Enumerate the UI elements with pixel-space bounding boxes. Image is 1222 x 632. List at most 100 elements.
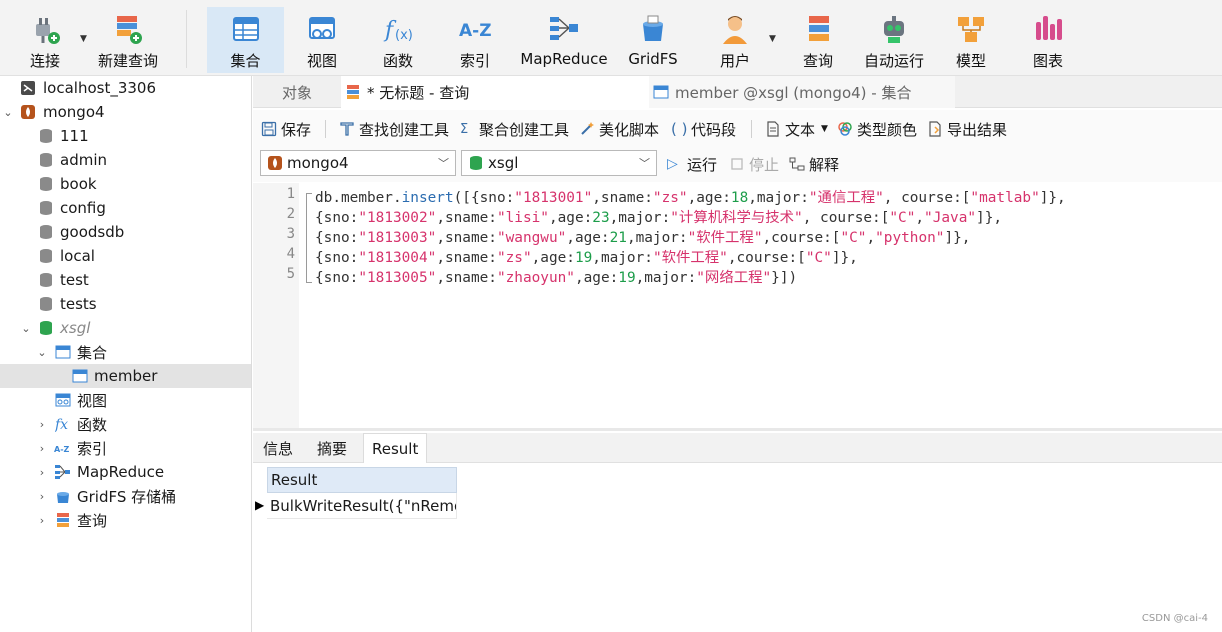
find-builder-label: 查找创建工具	[359, 120, 450, 139]
export-result-button[interactable]: 导出结果	[927, 118, 1007, 140]
toolbar-function-button[interactable]: f (x) 函数	[366, 7, 430, 73]
caret-down-icon: ▼	[821, 124, 828, 134]
tree-item-database[interactable]: test	[0, 268, 251, 292]
selector-row: mongo4 ﹀ xsgl ﹀ ▷ 运行 停止 解释	[253, 146, 1222, 182]
database-select[interactable]: xsgl ﹀	[461, 150, 657, 176]
toolbar-collection-button[interactable]: 集合	[207, 7, 284, 73]
toolbar-index-button[interactable]: A-Z 索引	[443, 7, 507, 73]
code-line: {sno:"1813002",sname:"lisi",age:23,major…	[315, 210, 1003, 226]
connect-dropdown-icon[interactable]: ▼	[80, 34, 87, 44]
line-number-gutter: 1 2 3 4 5	[253, 183, 299, 428]
query-icon	[801, 12, 835, 46]
tab-member-collection[interactable]: member @xsgl (mongo4) - 集合	[649, 76, 955, 108]
toolbar-connect-label: 连接	[29, 52, 60, 70]
result-tab-label: 摘要	[317, 439, 348, 458]
chevron-right-icon[interactable]: ›	[36, 490, 48, 503]
code-snippet-label: 代码段	[691, 120, 737, 139]
tree-item-functions[interactable]: › fx 函数	[0, 412, 251, 436]
code-snippet-button[interactable]: ( ) 代码段	[671, 118, 736, 140]
user-dropdown-icon[interactable]: ▼	[769, 34, 776, 44]
result-column-header[interactable]: Result	[267, 467, 457, 493]
tree-label: 查询	[77, 511, 108, 530]
tree-label: 函数	[77, 415, 108, 434]
toolbar-view-button[interactable]: 视图	[290, 7, 354, 73]
run-button[interactable]: ▷ 运行	[667, 153, 717, 175]
toolbar-user-button[interactable]: 用户	[703, 7, 767, 73]
tree-item-collections[interactable]: ⌄ 集合	[0, 340, 251, 364]
tree-item-queries[interactable]: › 查询	[0, 508, 251, 532]
tree-item-database[interactable]: config	[0, 196, 251, 220]
beautify-button[interactable]: 美化脚本	[579, 118, 659, 140]
svg-text:A-Z: A-Z	[459, 21, 492, 41]
tree-item-views[interactable]: 视图	[0, 388, 251, 412]
beautify-label: 美化脚本	[599, 120, 660, 139]
database-icon	[38, 176, 54, 192]
chevron-right-icon[interactable]: ›	[36, 442, 48, 455]
tree-item-xsgl[interactable]: ⌄ xsgl	[0, 316, 251, 340]
chevron-down-icon[interactable]: ⌄	[2, 106, 14, 119]
database-icon	[38, 152, 54, 168]
tree-label: member	[94, 367, 158, 385]
chevron-right-icon[interactable]: ›	[36, 418, 48, 431]
tree-item-member[interactable]: member	[0, 364, 251, 388]
collection-icon	[55, 344, 71, 360]
save-icon	[261, 121, 277, 137]
toolbar-view-label: 视图	[306, 52, 337, 70]
export-result-label: 导出结果	[947, 120, 1008, 139]
tree-item-indexes[interactable]: › A-Z 索引	[0, 436, 251, 460]
tree-label: 视图	[77, 391, 108, 410]
tree-item-database[interactable]: 111	[0, 124, 251, 148]
tree-item-database[interactable]: book	[0, 172, 251, 196]
code-line: {sno:"1813005",sname:"zhaoyun",age:19,ma…	[315, 270, 798, 286]
line-number: 4	[286, 246, 295, 262]
gridfs-icon	[55, 488, 71, 504]
tree-item-database[interactable]: goodsdb	[0, 220, 251, 244]
tree-item-database[interactable]: local	[0, 244, 251, 268]
save-button[interactable]: 保存	[261, 118, 311, 140]
mongodb-connection-icon	[267, 155, 283, 171]
explain-button[interactable]: 解释	[789, 153, 839, 175]
current-row-marker-icon: ▶	[255, 498, 265, 512]
tree-label: GridFS 存储桶	[77, 487, 177, 506]
tree-label: book	[60, 175, 97, 193]
aggregate-builder-button[interactable]: Σ 聚合创建工具	[459, 118, 569, 140]
tab-untitled-query[interactable]: * 无标题 - 查询	[341, 76, 651, 108]
tab-info[interactable]: 信息	[255, 433, 301, 463]
text-mode-button[interactable]: 文本 ▼	[765, 118, 828, 140]
stop-button[interactable]: 停止	[729, 153, 779, 175]
tree-item-database[interactable]: admin	[0, 148, 251, 172]
tree-item-mongo4[interactable]: ⌄ mongo4	[0, 100, 251, 124]
toolbar-mapreduce-button[interactable]: MapReduce	[516, 7, 612, 73]
table-row[interactable]: BulkWriteResult({"nRemoved"	[267, 493, 457, 519]
connection-select-value: mongo4	[287, 154, 349, 172]
tree-label: local	[60, 247, 95, 265]
find-builder-button[interactable]: 查找创建工具	[339, 118, 449, 140]
toolbar-automation-button[interactable]: 自动运行	[858, 7, 930, 73]
tree-item-database[interactable]: tests	[0, 292, 251, 316]
chevron-down-icon[interactable]: ⌄	[20, 322, 32, 335]
result-column-label: Result	[271, 471, 318, 489]
tab-result[interactable]: Result	[363, 433, 428, 463]
connection-select[interactable]: mongo4 ﹀	[260, 150, 456, 176]
toolbar-chart-button[interactable]: 图表	[1016, 7, 1080, 73]
tree-label: tests	[60, 295, 97, 313]
chevron-right-icon[interactable]: ›	[36, 514, 48, 527]
database-icon	[38, 200, 54, 216]
query-editor[interactable]: 1 2 3 4 5 db.member.insert([{sno:"181300…	[253, 183, 1222, 428]
tree-item-mapreduce[interactable]: › MapReduce	[0, 460, 251, 484]
type-color-button[interactable]: 类型颜色	[837, 118, 917, 140]
toolbar-model-button[interactable]: 模型	[939, 7, 1003, 73]
toolbar-query-button[interactable]: 查询	[786, 7, 850, 73]
chevron-down-icon[interactable]: ⌄	[36, 346, 48, 359]
tab-objects[interactable]: 对象	[253, 76, 341, 108]
toolbar-gridfs-button[interactable]: GridFS	[622, 7, 684, 73]
toolbar-connect-button[interactable]: 连接	[14, 7, 76, 73]
tree-label: goodsdb	[60, 223, 125, 241]
export-icon	[927, 121, 943, 137]
tree-item-gridfs[interactable]: › GridFS 存储桶	[0, 484, 251, 508]
tab-summary[interactable]: 摘要	[309, 433, 355, 463]
tree-item-localhost-3306[interactable]: localhost_3306	[0, 76, 251, 100]
chevron-right-icon[interactable]: ›	[36, 466, 48, 479]
toolbar-chart-label: 图表	[1032, 52, 1063, 70]
toolbar-new-query-button[interactable]: 新建查询	[92, 7, 164, 73]
